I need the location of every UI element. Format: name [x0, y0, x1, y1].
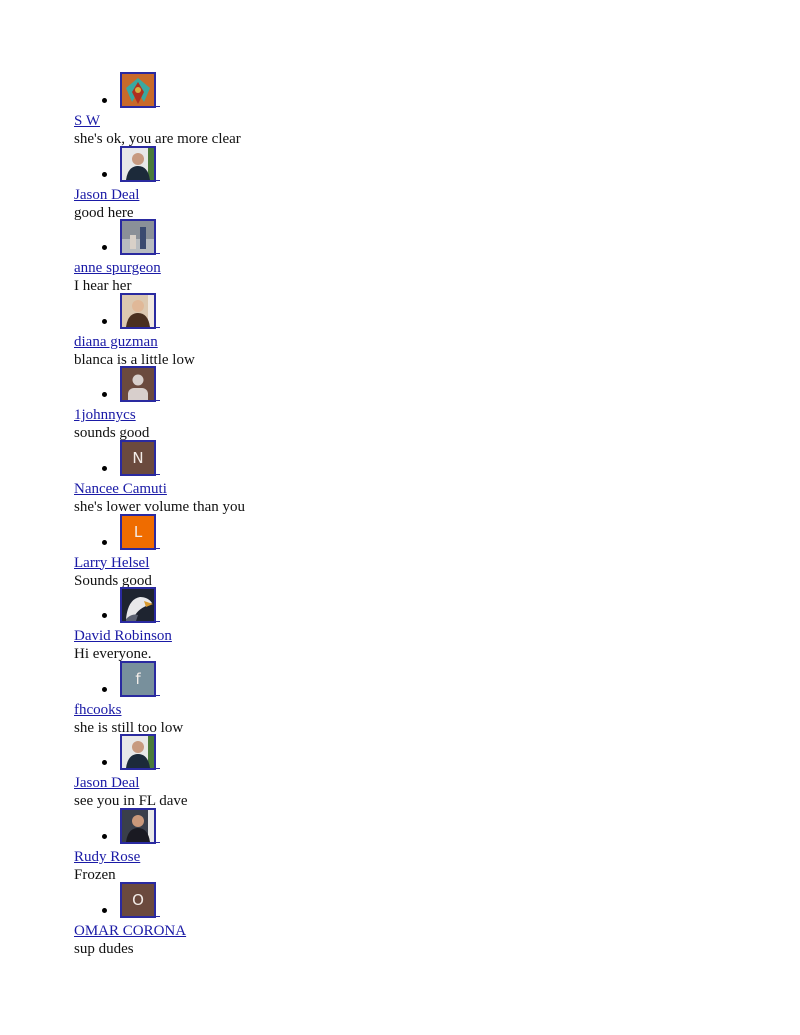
- bullet-icon: [102, 171, 107, 177]
- man-portrait-photo: [122, 736, 154, 769]
- avatar-row: [74, 366, 774, 404]
- avatar-row: [74, 807, 774, 846]
- author-name-link[interactable]: Jason Deal: [74, 186, 774, 204]
- link-underline: [156, 326, 160, 328]
- bullet-icon: [102, 539, 107, 545]
- avatar[interactable]: [120, 807, 156, 844]
- author-name-link[interactable]: fhcooks: [74, 701, 774, 719]
- avatar-letter: N: [132, 448, 144, 467]
- author-name-link[interactable]: diana guzman: [74, 333, 774, 351]
- link-underline: [156, 694, 160, 696]
- bullet-icon: [102, 907, 107, 913]
- comment-item: anne spurgeon I hear her: [74, 219, 774, 294]
- comment-item: 1johnnycs sounds good: [74, 366, 774, 441]
- avatar[interactable]: f: [120, 660, 156, 697]
- man-portrait-photo: [122, 147, 154, 180]
- comment-item: L Larry Helsel Sounds good: [74, 513, 774, 589]
- avatar-link[interactable]: [120, 145, 156, 182]
- avatar[interactable]: N: [120, 439, 156, 476]
- avatar[interactable]: [120, 366, 156, 403]
- avatar[interactable]: [120, 292, 156, 329]
- author-name-link[interactable]: 1johnnycs: [74, 406, 774, 424]
- avatar-link[interactable]: [120, 807, 156, 844]
- bullet-icon: [102, 318, 107, 324]
- link-underline: [156, 621, 160, 623]
- avatar-row: N: [74, 439, 774, 478]
- woman-portrait-photo: [122, 294, 154, 327]
- avatar-link[interactable]: [120, 366, 156, 403]
- bullet-icon: [102, 245, 107, 251]
- avatar[interactable]: [120, 587, 156, 624]
- avatar-row: [74, 145, 774, 184]
- link-underline: [156, 179, 160, 181]
- bullet-icon: [102, 465, 107, 471]
- avatar-link[interactable]: [120, 734, 156, 771]
- avatar-row: [74, 72, 774, 110]
- avatar[interactable]: L: [120, 513, 156, 550]
- avatar-row: [74, 734, 774, 772]
- link-underline: [156, 547, 160, 549]
- bullet-icon: [102, 760, 107, 766]
- avatar-row: O: [74, 881, 774, 920]
- bullet-icon: [102, 613, 107, 619]
- author-name-link[interactable]: anne spurgeon: [74, 259, 774, 277]
- avatar[interactable]: [120, 72, 156, 108]
- avatar-link[interactable]: [120, 72, 156, 108]
- avatar-link[interactable]: L: [120, 513, 156, 550]
- avatar[interactable]: O: [120, 881, 156, 918]
- bullet-icon: [102, 686, 107, 692]
- bullet-icon: [102, 98, 107, 103]
- author-name-link[interactable]: Nancee Camuti: [74, 480, 774, 498]
- comment-item: Jason Deal good here: [74, 145, 774, 221]
- man-suit-photo: [122, 809, 154, 842]
- avatar-letter: f: [135, 669, 141, 688]
- comment-item: S Wshe's ok, you are more clear: [74, 72, 774, 147]
- avatar-row: [74, 292, 774, 331]
- eagle-photo: [122, 589, 154, 622]
- avatar-letter: L: [133, 522, 143, 541]
- default-person-icon: [128, 374, 148, 401]
- butterfly-art-photo: [122, 74, 154, 106]
- author-name-link[interactable]: S W: [74, 112, 774, 130]
- author-name-link[interactable]: OMAR CORONA: [74, 922, 774, 940]
- avatar-row: L: [74, 513, 774, 552]
- author-name-link[interactable]: David Robinson: [74, 627, 774, 645]
- comment-item: Rudy Rose Frozen: [74, 807, 774, 883]
- avatar-link[interactable]: O: [120, 881, 156, 918]
- avatar-link[interactable]: [120, 219, 156, 256]
- comment-item: f fhcooks she is still too low: [74, 660, 774, 736]
- bullet-icon: [102, 833, 107, 839]
- author-name-link[interactable]: Rudy Rose: [74, 848, 774, 866]
- link-underline: [156, 473, 160, 475]
- link-underline: [156, 768, 160, 770]
- avatar-row: [74, 587, 774, 625]
- avatar-letter: O: [132, 890, 144, 909]
- comment-item: N Nancee Camuti she's lower volume than yo…: [74, 439, 774, 515]
- comment-item: David Robinson Hi everyone.: [74, 587, 774, 662]
- link-underline: [156, 106, 160, 107]
- link-underline: [156, 915, 160, 917]
- avatar-link[interactable]: f: [120, 660, 156, 697]
- author-name-link[interactable]: Larry Helsel: [74, 554, 774, 572]
- comment-item: Jason Deal see you in FL dave: [74, 734, 774, 809]
- avatar[interactable]: [120, 145, 156, 182]
- comment-list: S Wshe's ok, you are more clear Jason Dea…: [74, 72, 774, 957]
- avatar-link[interactable]: [120, 292, 156, 329]
- comment-item: diana guzman blanca is a little low: [74, 292, 774, 368]
- avatar-row: [74, 219, 774, 257]
- bullet-icon: [102, 392, 107, 398]
- author-name-link[interactable]: Jason Deal: [74, 774, 774, 792]
- avatar-link[interactable]: N: [120, 439, 156, 476]
- avatar-link[interactable]: [120, 587, 156, 624]
- comment-item: O OMAR CORONA sup dudes: [74, 881, 774, 957]
- comment-text: sup dudes: [74, 940, 134, 957]
- link-underline: [156, 841, 160, 843]
- link-underline: [156, 400, 160, 402]
- avatar[interactable]: [120, 219, 156, 256]
- link-underline: [156, 253, 160, 255]
- avatar[interactable]: [120, 734, 156, 771]
- avatar-row: f: [74, 660, 774, 699]
- family-outdoor-photo: [122, 221, 154, 254]
